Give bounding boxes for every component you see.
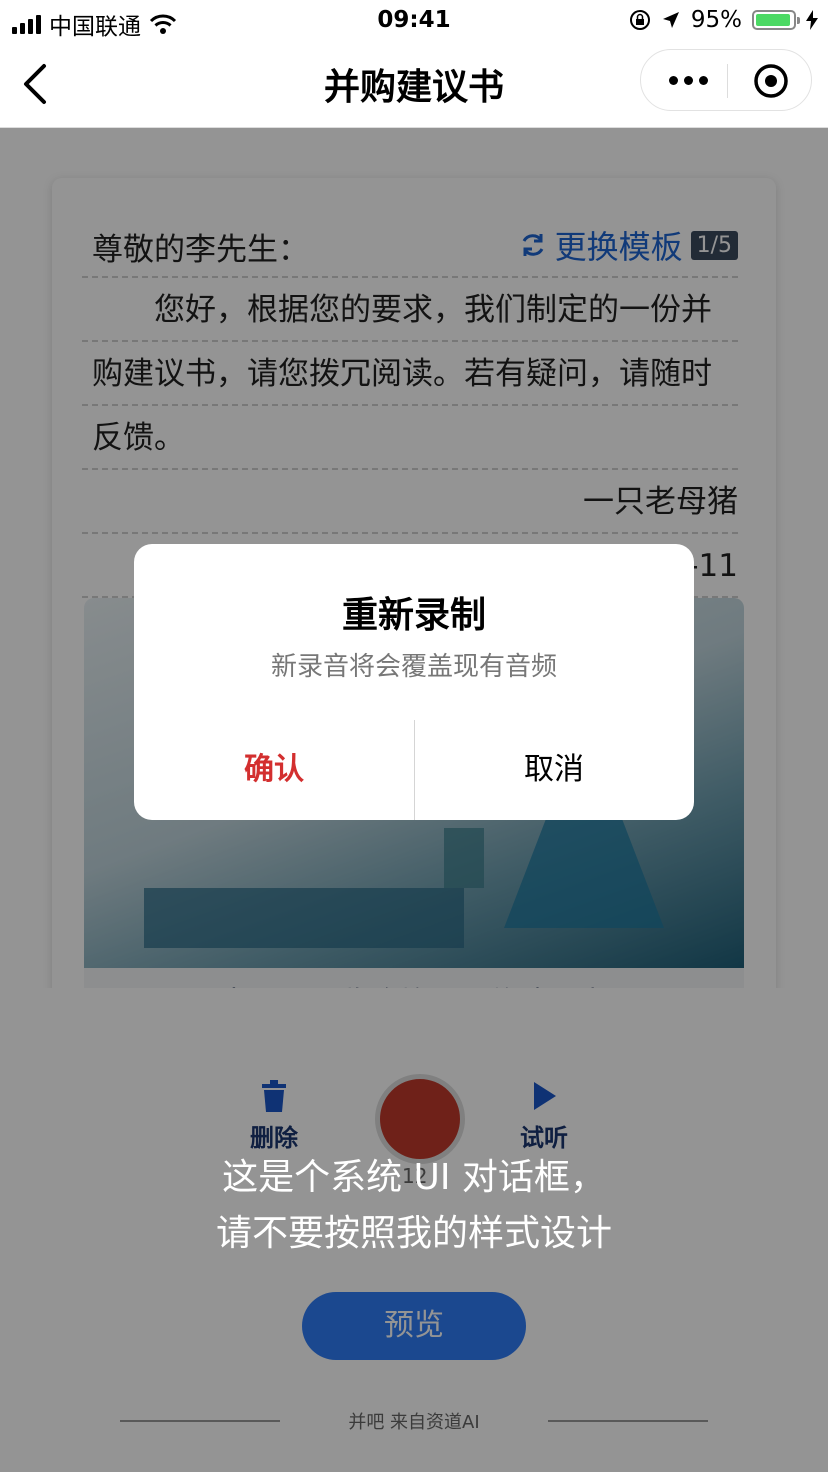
- battery-percent: 95%: [690, 7, 742, 33]
- cancel-button[interactable]: 取消: [414, 720, 694, 820]
- confirm-button[interactable]: 确认: [134, 720, 414, 820]
- designer-note-line-1: 这是个系统 UI 对话框，: [222, 1157, 606, 1198]
- re-record-dialog: 重新录制 新录音将会覆盖现有音频 确认 取消: [134, 544, 694, 820]
- designer-note-line-2: 请不要按照我的样式设计: [215, 1213, 612, 1254]
- close-target-icon[interactable]: [753, 63, 789, 99]
- location-icon: [662, 12, 679, 28]
- status-bar: 中国联通 09:41 95%: [0, 0, 828, 40]
- more-icon[interactable]: [669, 76, 708, 85]
- rotation-lock-icon: [629, 10, 650, 30]
- nav-bar: 并购建议书: [0, 40, 828, 128]
- mini-program-capsule: [640, 49, 812, 111]
- dialog-message: 新录音将会覆盖现有音频: [270, 652, 557, 682]
- battery-icon: [752, 10, 800, 30]
- designer-note: 这是个系统 UI 对话框， 请不要按照我的样式设计: [0, 1150, 828, 1262]
- dialog-title: 重新录制: [341, 595, 486, 636]
- capsule-divider: [727, 64, 728, 98]
- status-right: 95%: [629, 7, 818, 33]
- charging-icon: [806, 10, 818, 30]
